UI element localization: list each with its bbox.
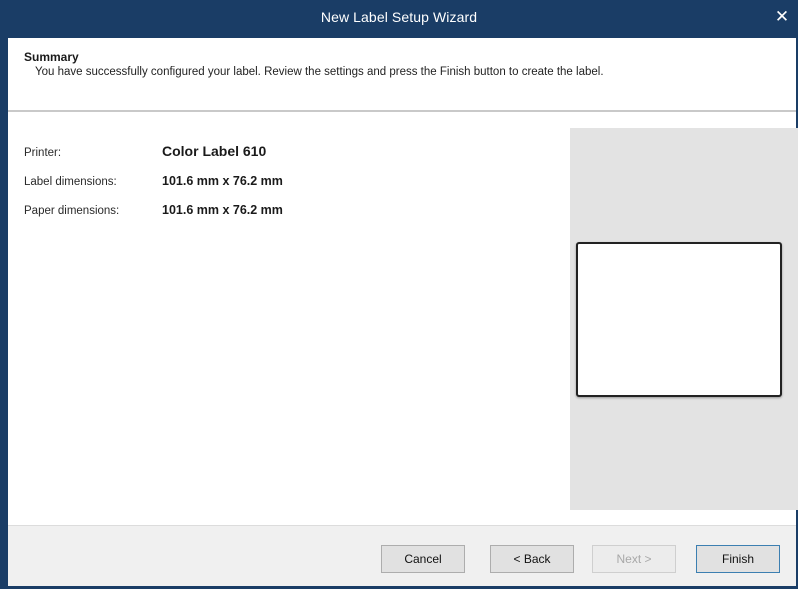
close-icon[interactable]: ✕ <box>772 6 792 28</box>
next-button: Next > <box>592 545 676 573</box>
label-dimensions-value: 101.6 mm x 76.2 mm <box>162 174 283 188</box>
wizard-footer: Cancel < Back Next > Finish <box>8 525 796 586</box>
page-title: Summary <box>24 50 79 64</box>
cancel-button[interactable]: Cancel <box>381 545 465 573</box>
finish-button[interactable]: Finish <box>696 545 780 573</box>
printer-label: Printer: <box>24 147 62 159</box>
paper-dimensions-value: 101.6 mm x 76.2 mm <box>162 203 283 217</box>
page-description: You have successfully configured your la… <box>35 66 604 78</box>
label-preview-panel <box>570 128 798 510</box>
wizard-header: Summary You have successfully configured… <box>8 38 796 112</box>
label-dimensions-label: Label dimensions: <box>24 176 117 188</box>
back-button[interactable]: < Back <box>490 545 574 573</box>
printer-value: Color Label 610 <box>162 143 267 159</box>
title-bar: New Label Setup Wizard ✕ <box>0 0 798 38</box>
window-title: New Label Setup Wizard <box>320 9 478 25</box>
paper-dimensions-label: Paper dimensions: <box>24 205 120 217</box>
label-preview <box>576 242 782 397</box>
wizard-window: New Label Setup Wizard ✕ Summary You hav… <box>0 0 798 589</box>
